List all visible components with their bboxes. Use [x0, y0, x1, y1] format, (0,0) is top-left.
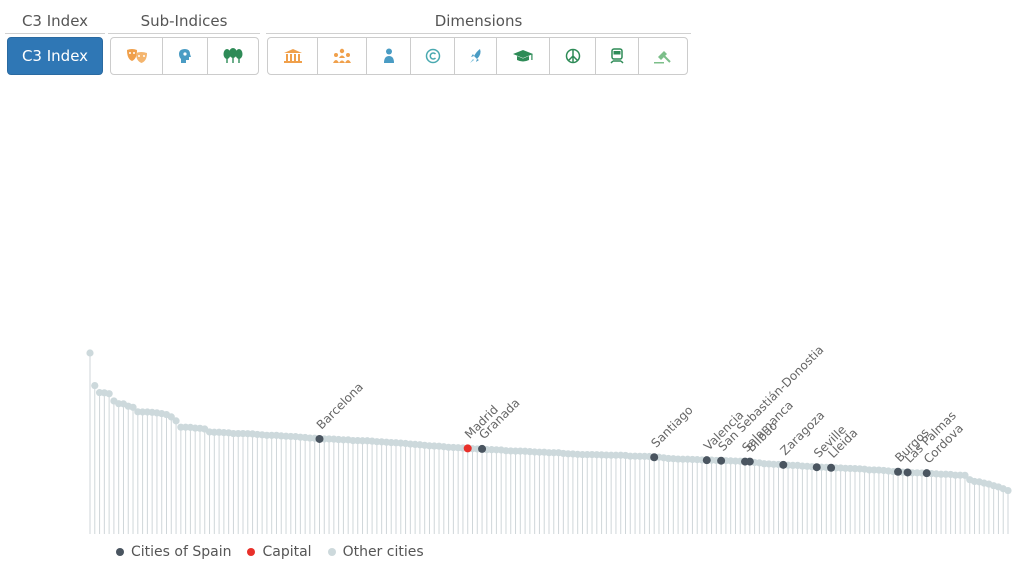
legend-item-capital[interactable]: Capital	[247, 544, 312, 560]
spanish-city-point[interactable]	[478, 444, 487, 453]
legend-label-capital: Capital	[262, 544, 312, 560]
spanish-city-point[interactable]	[779, 460, 788, 469]
legend-marker-other	[327, 548, 336, 556]
spanish-city-point[interactable]	[903, 468, 912, 477]
chart-legend: Cities of Spain Capital Other cities	[116, 544, 424, 560]
spanish-city-point[interactable]	[745, 457, 754, 466]
capital-city-point[interactable]	[463, 444, 472, 453]
city-point[interactable]	[91, 381, 99, 390]
legend-label-spain: Cities of Spain	[131, 544, 232, 560]
spanish-city-point[interactable]	[702, 456, 711, 465]
spanish-city-point[interactable]	[812, 463, 821, 472]
city-point[interactable]	[1004, 486, 1012, 495]
city-point[interactable]	[105, 390, 113, 398]
spanish-city-point[interactable]	[717, 456, 726, 465]
spanish-city-point[interactable]	[894, 467, 903, 476]
spanish-city-point[interactable]	[827, 463, 836, 472]
city-label: Barcelona	[314, 380, 366, 432]
city-point[interactable]	[172, 417, 180, 425]
legend-item-other[interactable]: Other cities	[327, 544, 424, 560]
spanish-city-point[interactable]	[922, 469, 931, 478]
legend-label-other: Other cities	[342, 544, 424, 560]
stems-layer	[89, 353, 1009, 534]
city-label: Santiago	[648, 403, 695, 450]
city-point[interactable]	[86, 349, 94, 357]
legend-item-spain[interactable]: Cities of Spain	[116, 544, 231, 560]
legend-marker-capital	[247, 548, 256, 556]
legend-marker-spain	[116, 548, 124, 556]
spanish-city-point[interactable]	[650, 453, 659, 462]
lollipop-chart: Barcelona MadridGranada Santiago ValenciaSa…	[86, 343, 1012, 534]
spanish-city-point[interactable]	[315, 434, 324, 443]
